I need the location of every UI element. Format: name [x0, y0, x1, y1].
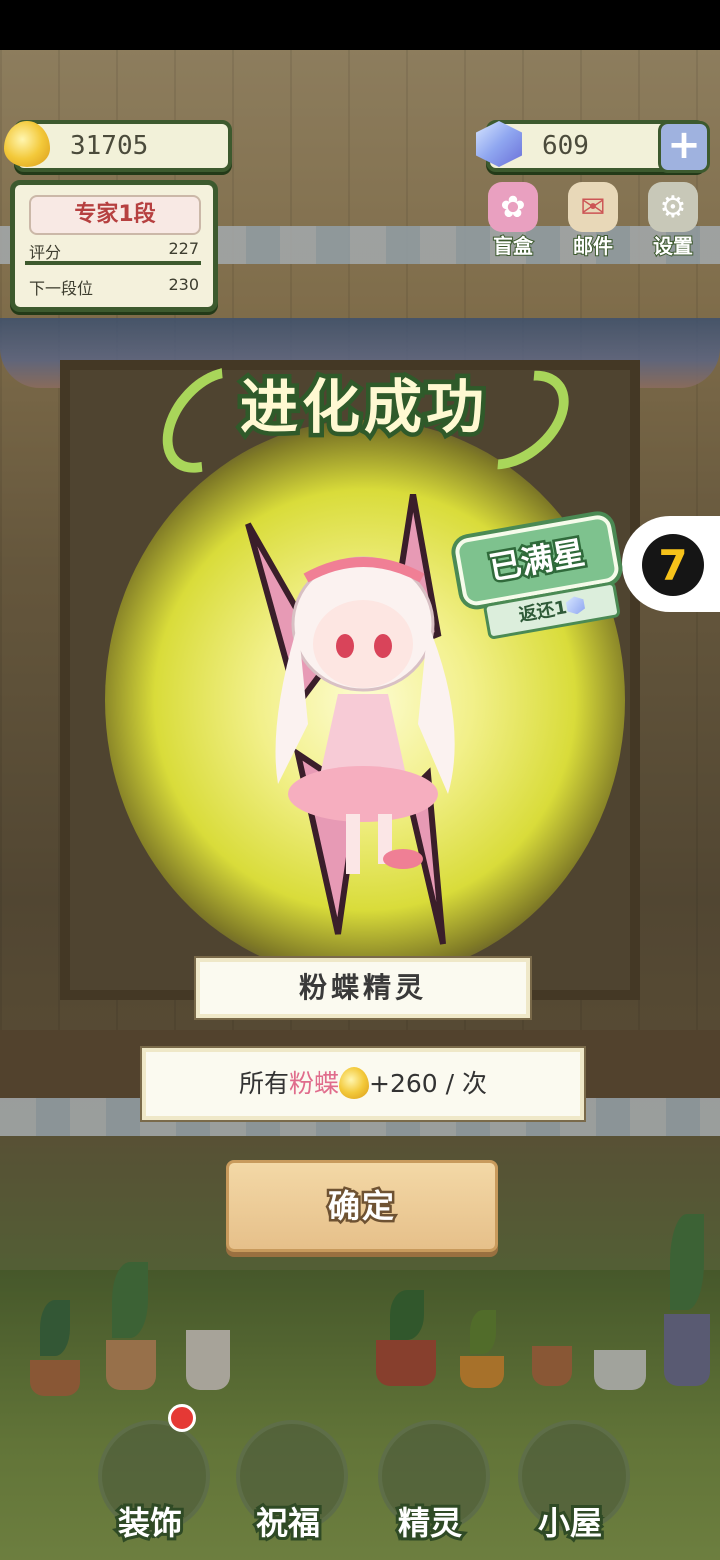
mail-icon: ✉ — [568, 182, 618, 232]
bonus-plate: 所有粉蝶 +260 / 次 — [142, 1048, 584, 1120]
confirm-button[interactable]: 确定 — [226, 1160, 498, 1252]
bonus-suffix: +260 / 次 — [369, 1069, 487, 1098]
nav-blessing[interactable]: 祝福 — [218, 1420, 358, 1560]
golden-drop-icon — [4, 121, 50, 167]
nav-fairy[interactable]: 精灵 — [360, 1420, 500, 1560]
shoe — [383, 849, 423, 869]
golden-drop-icon — [339, 1067, 370, 1099]
nav-decor[interactable]: 装饰 — [80, 1420, 220, 1560]
notification-dot — [168, 1404, 196, 1432]
next-rank-label: 下一段位 — [29, 279, 94, 298]
game-screen: 31705 609 + 专家1段 评分 227 下一段位 230 ✿ 盲盒 ✉ … — [0, 0, 720, 1560]
rank-title: 专家1段 — [29, 195, 201, 235]
score-row: 评分 227 — [29, 239, 199, 263]
gear-icon: ⚙ — [648, 182, 698, 232]
settings-label: 设置 — [652, 233, 694, 259]
blind-box-label: 盲盒 — [492, 233, 534, 259]
gem-small-icon — [565, 595, 586, 616]
settings-button[interactable]: ⚙ 设置 — [642, 182, 704, 259]
evolution-title: 进化成功 — [142, 348, 588, 492]
refund-text: 返还1 — [517, 597, 569, 627]
fairy-name-plate: 粉蝶精灵 — [196, 958, 530, 1018]
seven-glyph: 7 — [658, 540, 688, 590]
mail-label: 邮件 — [572, 233, 614, 259]
fairy-face — [313, 600, 413, 688]
gem-counter[interactable]: 609 + — [476, 120, 710, 173]
nav-house-label: 小屋 — [535, 1501, 605, 1545]
side-floating-tab[interactable]: 7 — [622, 516, 720, 612]
coin-value: 31705 — [70, 131, 149, 161]
plus-icon[interactable]: + — [658, 121, 710, 173]
nav-fairy-label: 精灵 — [395, 1501, 465, 1545]
next-rank-row: 下一段位 230 — [29, 275, 199, 299]
eye-right — [374, 634, 392, 658]
score-label: 评分 — [29, 243, 62, 262]
leg-left — [346, 814, 360, 874]
blind-box-icon: ✿ — [488, 182, 538, 232]
eye-left — [336, 634, 354, 658]
rank-progress-bar — [25, 261, 201, 265]
next-rank-value: 230 — [168, 275, 199, 294]
nav-blessing-label: 祝福 — [253, 1501, 323, 1545]
rank-panel[interactable]: 专家1段 评分 227 下一段位 230 — [10, 180, 218, 312]
blind-box-button[interactable]: ✿ 盲盒 — [482, 182, 544, 259]
pink-butterfly-fairy — [245, 494, 455, 945]
fairy-skirt — [288, 766, 438, 822]
score-value: 227 — [168, 239, 199, 258]
bonus-highlight: 粉蝶 — [289, 1069, 340, 1098]
seven-cat-icon: 7 — [642, 534, 704, 596]
nav-decor-label: 装饰 — [115, 1501, 185, 1545]
bonus-prefix: 所有 — [238, 1069, 289, 1098]
mail-button[interactable]: ✉ 邮件 — [562, 182, 624, 259]
gem-value: 609 — [542, 131, 589, 161]
nav-house[interactable]: 小屋 — [500, 1420, 640, 1560]
coin-counter[interactable]: 31705 — [4, 120, 232, 172]
